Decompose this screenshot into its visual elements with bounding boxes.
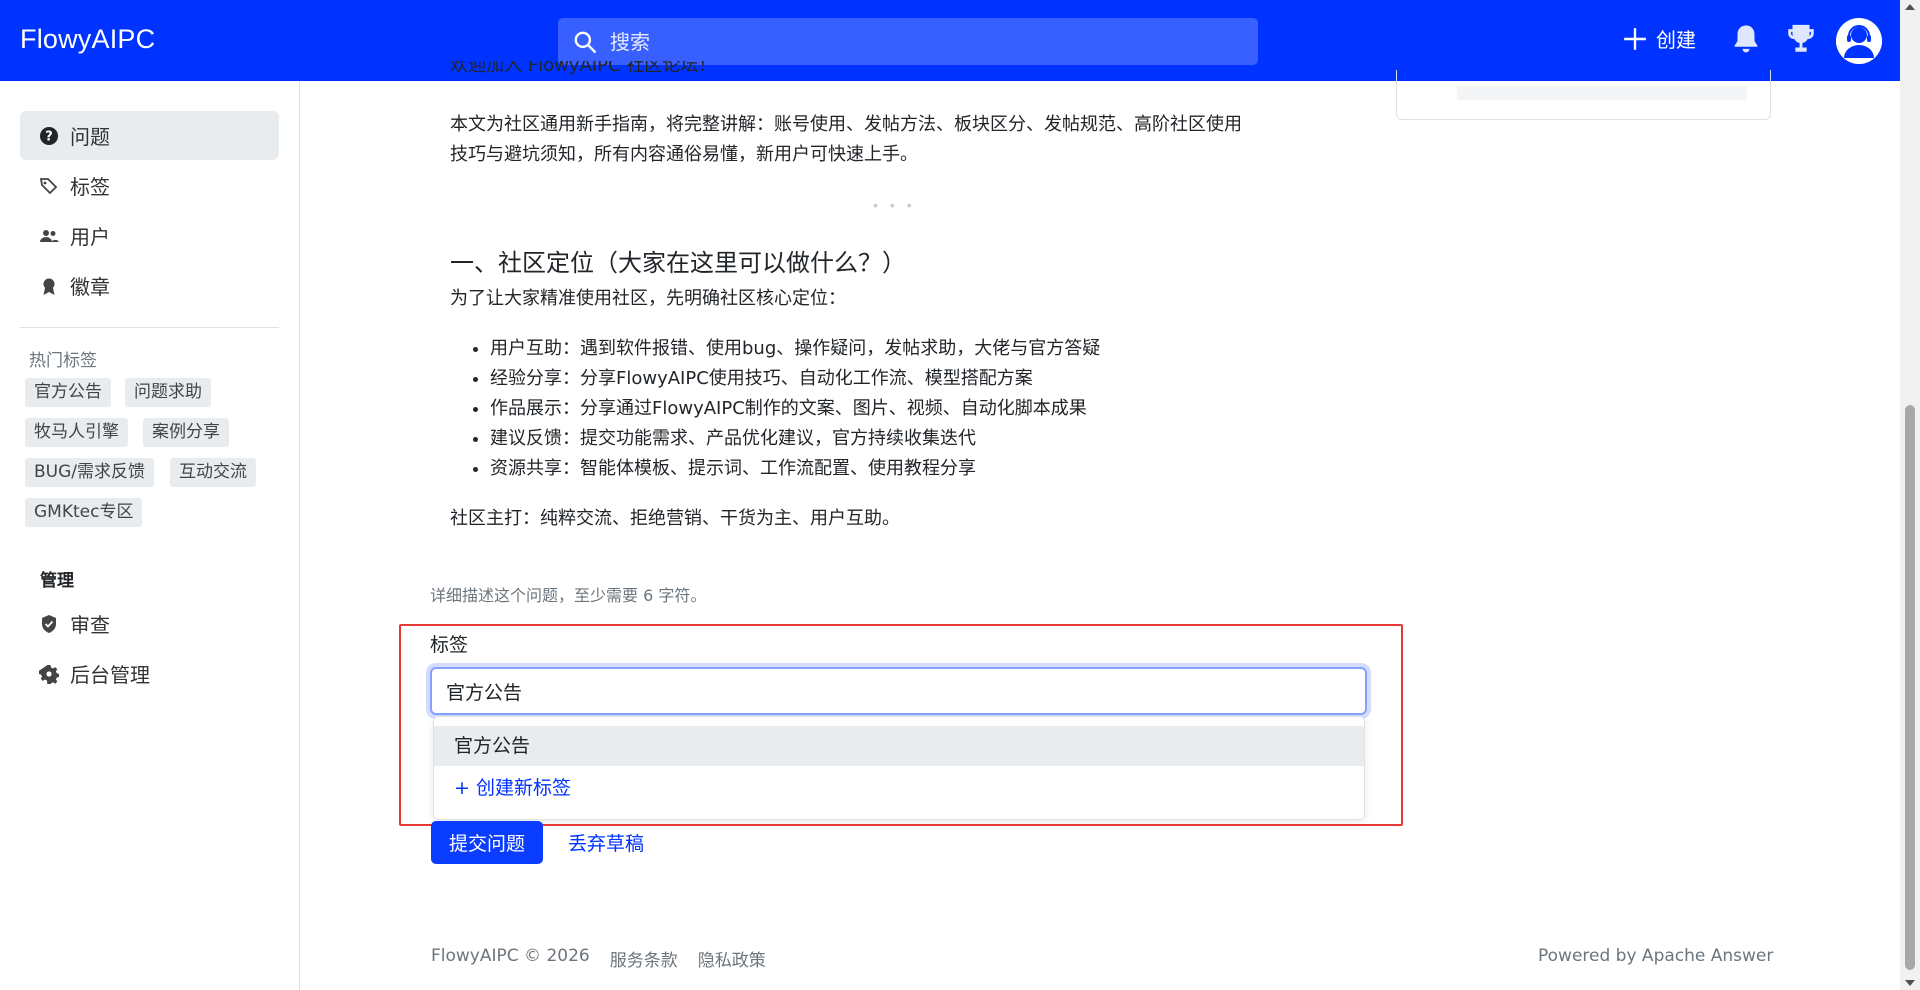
sidebar-item-admin[interactable]: 后台管理 (20, 649, 279, 698)
svg-text:?: ? (45, 129, 53, 144)
tags-icon (39, 176, 59, 196)
bell-icon[interactable] (1729, 22, 1763, 56)
gear-icon (39, 664, 59, 684)
footer-copyright: FlowyAIPC © 2026 (431, 946, 590, 966)
manage-title: 管理 (40, 571, 74, 591)
sidebar-item-label: 标签 (70, 175, 110, 199)
brand-logo[interactable]: FlowyAIPC (20, 24, 155, 55)
intro-paragraph: 本文为社区通用新手指南，将完整讲解：账号使用、发帖方法、板块区分、发帖规范、高阶… (450, 110, 1242, 170)
discard-draft-button[interactable]: 丢弃草稿 (568, 829, 644, 856)
list-item: 作品展示：分享通过FlowyAIPC制作的文案、图片、视频、自动化脚本成果 (490, 394, 1100, 424)
shield-check-icon (39, 614, 59, 634)
hot-tag[interactable]: BUG/需求反馈 (25, 458, 155, 487)
sidebar-item-label: 后台管理 (70, 663, 150, 687)
annotation-highlight-box (399, 624, 1403, 826)
description-hint: 详细描述这个问题，至少需要 6 字符。 (430, 586, 707, 605)
hot-tag[interactable]: GMKtec专区 (25, 498, 143, 527)
sidebar: ? 问题 标签 用户 徽章 热门标签 官方公告 问题求助 牧马人引擎 案例分享 … (0, 81, 300, 990)
plus-icon (1624, 27, 1646, 50)
search-icon (574, 31, 596, 53)
people-icon (39, 226, 59, 246)
section-lead: 为了让大家精准使用社区，先明确社区核心定位： (450, 288, 846, 309)
footer-left: FlowyAIPC © 2026 服务条款 隐私政策 (431, 946, 766, 971)
side-card-placeholder (1457, 86, 1747, 100)
partial-top-line: 欢迎加入 FlowyAIPC 社区论坛！ (450, 61, 716, 81)
sidebar-item-label: 用户 (70, 225, 110, 249)
create-label: 创建 (1656, 28, 1696, 52)
sidebar-item-review[interactable]: 审查 (20, 599, 279, 648)
vertical-scrollbar[interactable] (1900, 0, 1920, 990)
sidebar-item-label: 审查 (70, 613, 110, 637)
submit-question-button[interactable]: 提交问题 (431, 821, 543, 864)
side-card (1396, 70, 1771, 120)
partial-top-text: 欢迎加入 FlowyAIPC 社区论坛！ (450, 61, 717, 76)
question-circle-icon: ? (39, 126, 59, 146)
scroll-down-arrow-icon[interactable] (1905, 980, 1915, 986)
avatar[interactable] (1836, 18, 1882, 64)
create-button[interactable]: 创建 (1622, 24, 1696, 53)
feature-list: 用户互助：遇到软件报错、使用bug、操作疑问，发帖求助，大佬与官方答疑 经验分享… (490, 334, 1100, 484)
list-item: 经验分享：分享FlowyAIPC使用技巧、自动化工作流、模型搭配方案 (490, 364, 1100, 394)
list-item: 用户互助：遇到软件报错、使用bug、操作疑问，发帖求助，大佬与官方答疑 (490, 334, 1100, 364)
list-item: 资源共享：智能体模板、提示词、工作流配置、使用教程分享 (490, 454, 1100, 484)
award-icon (39, 276, 59, 296)
top-navbar: FlowyAIPC 创建 (0, 0, 1900, 81)
footer-terms-link[interactable]: 服务条款 (610, 946, 678, 971)
hot-tag[interactable]: 案例分享 (143, 418, 229, 447)
sidebar-item-users[interactable]: 用户 (20, 211, 279, 260)
search-box[interactable] (558, 18, 1258, 65)
intro-line: 技巧与避坑须知，所有内容通俗易懂，新用户可快速上手。 (450, 144, 918, 165)
sidebar-item-tags[interactable]: 标签 (20, 161, 279, 210)
trophy-icon[interactable] (1784, 22, 1818, 56)
sidebar-item-badges[interactable]: 徽章 (20, 261, 279, 310)
section-heading: 一、社区定位（大家在这里可以做什么？） (450, 249, 906, 277)
hot-tag[interactable]: 互动交流 (170, 458, 256, 487)
hot-tag[interactable]: 官方公告 (25, 378, 111, 407)
list-item: 建议反馈：提交功能需求、产品优化建议，官方持续收集迭代 (490, 424, 1100, 454)
search-input[interactable] (610, 18, 1230, 65)
footer-privacy-link[interactable]: 隐私政策 (698, 946, 766, 971)
footer-powered-by[interactable]: Powered by Apache Answer (1538, 946, 1773, 966)
intro-line: 本文为社区通用新手指南，将完整讲解：账号使用、发帖方法、板块区分、发帖规范、高阶… (450, 114, 1242, 135)
scrollbar-thumb[interactable] (1905, 405, 1915, 970)
sidebar-item-label: 问题 (70, 125, 110, 149)
sidebar-divider (20, 327, 279, 328)
user-avatar-icon (1836, 18, 1882, 64)
sidebar-item-questions[interactable]: ? 问题 (20, 111, 279, 160)
sidebar-item-label: 徽章 (70, 275, 110, 299)
closing-line: 社区主打：纯粹交流、拒绝营销、干货为主、用户互助。 (450, 508, 900, 529)
hot-tag[interactable]: 问题求助 (125, 378, 211, 407)
hot-tag[interactable]: 牧马人引擎 (25, 418, 128, 447)
separator-dots: ••• (873, 197, 924, 213)
hot-tags-title: 热门标签 (29, 351, 97, 371)
scroll-up-arrow-icon[interactable] (1905, 4, 1915, 10)
